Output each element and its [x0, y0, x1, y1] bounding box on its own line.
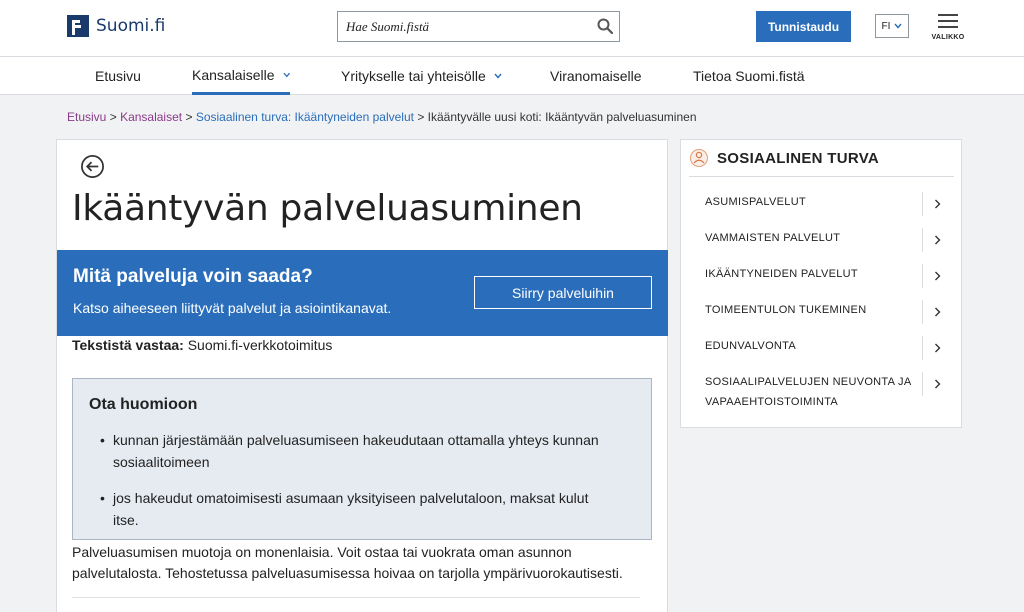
notice-title: Ota huomioon [89, 396, 198, 413]
language-value: FI [881, 20, 891, 32]
sidebar: SOSIAALINEN TURVA ASUMISPALVELUT VAMMAIS… [680, 139, 962, 428]
sidebar-item-label: IKÄÄNTYNEIDEN PALVELUT [705, 268, 858, 280]
sidebar-item-ikaantyneiden[interactable]: IKÄÄNTYNEIDEN PALVELUT [689, 264, 955, 288]
menu-button[interactable]: VALIKKO [930, 12, 966, 46]
hamburger-icon [938, 14, 958, 28]
list-item: jos hakeudut omatoimisesti asumaan yksit… [100, 487, 613, 531]
site-header: Suomi.fi Tunnistaudu FI VALIKKO [0, 0, 1024, 57]
suomi-logo-icon [67, 15, 89, 37]
sidebar-item-label: TOIMEENTULON TUKEMINEN [705, 304, 867, 316]
nav-item-etusivu[interactable]: Etusivu [95, 57, 141, 95]
sidebar-item-label: ASUMISPALVELUT [705, 196, 806, 208]
divider [72, 597, 640, 598]
go-to-services-button[interactable]: Siirry palveluihin [474, 276, 652, 309]
sidebar-item-edunvalvonta[interactable]: EDUNVALVONTA [689, 336, 955, 360]
chevron-down-icon [282, 72, 290, 77]
chevron-right-icon [935, 271, 941, 281]
sidebar-item-vammaisten[interactable]: VAMMAISTEN PALVELUT [689, 228, 955, 252]
chevron-down-icon [894, 23, 902, 29]
nav-item-kansalaiselle[interactable]: Kansalaiselle [192, 57, 290, 95]
byline-value: Suomi.fi-verkkotoimitus [187, 337, 333, 353]
page-title: Ikääntyvän palveluasuminen [72, 188, 583, 229]
menu-label: VALIKKO [931, 34, 965, 41]
sidebar-item-asumispalvelut[interactable]: ASUMISPALVELUT [689, 192, 955, 216]
article-card: Ikääntyvän palveluasuminen Mitä palveluj… [56, 139, 668, 612]
sidebar-item-label: SOSIAALIPALVELUJEN NEUVONTA JA VAPAAEHTO… [705, 376, 911, 408]
breadcrumb: Etusivu > Kansalaiset > Sosiaalinen turv… [67, 110, 697, 124]
body-paragraph: Palveluasumisen muotoja on monenlaisia. … [72, 544, 623, 581]
breadcrumb-separator: > [109, 110, 117, 124]
sidebar-header: SOSIAALINEN TURVA [689, 148, 954, 177]
nav-item-viranomaiselle[interactable]: Viranomaiselle [550, 57, 642, 95]
sidebar-item-label: EDUNVALVONTA [705, 340, 797, 352]
breadcrumb-link[interactable]: Kansalaiset [120, 110, 182, 124]
site-logo[interactable]: Suomi.fi [67, 15, 165, 37]
breadcrumb-separator: > [185, 110, 193, 124]
search-icon[interactable] [597, 18, 613, 34]
nav-item-label: Kansalaiselle [192, 66, 275, 83]
separator [922, 336, 923, 360]
chevron-right-icon [935, 199, 941, 209]
breadcrumb-current: Ikääntyvälle uusi koti: Ikääntyvän palve… [427, 110, 697, 124]
nav-item-tietoa[interactable]: Tietoa Suomi.fistä [693, 57, 805, 95]
nav-item-label: Etusivu [95, 68, 141, 84]
sidebar-item-toimeentulon[interactable]: TOIMEENTULON TUKEMINEN [689, 300, 955, 324]
chevron-right-icon [935, 343, 941, 353]
sidebar-item-label: VAMMAISTEN PALVELUT [705, 232, 841, 244]
banner-title: Mitä palveluja voin saada? [73, 266, 313, 287]
nav-item-label: Tietoa Suomi.fistä [693, 68, 805, 84]
nav-item-label: Viranomaiselle [550, 68, 642, 84]
language-select[interactable]: FI [875, 14, 909, 38]
separator [922, 372, 923, 396]
nav-item-yritykselle[interactable]: Yritykselle tai yhteisölle [341, 57, 502, 95]
chevron-right-icon [935, 307, 941, 317]
chevron-right-icon [935, 379, 941, 389]
separator [922, 300, 923, 324]
banner-text: Katso aiheeseen liittyvät palvelut ja as… [73, 300, 392, 316]
notice-box: Ota huomioon kunnan järjestämään palvelu… [72, 378, 652, 540]
logo-text: Suomi.fi [96, 16, 166, 36]
nav-item-label: Yritykselle tai yhteisölle [341, 68, 486, 84]
breadcrumb-link[interactable]: Sosiaalinen turva: Ikääntyneiden palvelu… [196, 110, 414, 124]
sidebar-title: SOSIAALINEN TURVA [717, 150, 880, 167]
sidebar-item-neuvonta[interactable]: SOSIAALIPALVELUJEN NEUVONTA JA VAPAAEHTO… [689, 372, 955, 414]
separator [922, 192, 923, 216]
main-nav: Etusivu Kansalaiselle Yritykselle tai yh… [0, 57, 1024, 95]
separator [922, 228, 923, 252]
breadcrumb-separator: > [417, 110, 425, 124]
list-item: kunnan järjestämään palveluasumiseen hak… [100, 429, 613, 473]
services-banner: Mitä palveluja voin saada? Katso aiheese… [57, 250, 668, 336]
social-security-icon [690, 149, 708, 167]
search-box [337, 11, 620, 42]
byline: Tekstistä vastaa: Suomi.fi-verkkotoimitu… [72, 337, 332, 353]
notice-list: kunnan järjestämään palveluasumiseen hak… [100, 429, 613, 545]
breadcrumb-link[interactable]: Etusivu [67, 110, 106, 124]
chevron-right-icon [935, 235, 941, 245]
separator [922, 264, 923, 288]
chevron-down-icon [494, 73, 502, 79]
byline-label: Tekstistä vastaa: [72, 337, 184, 353]
back-arrow-icon[interactable] [80, 154, 105, 179]
login-button[interactable]: Tunnistaudu [756, 11, 851, 42]
search-input[interactable] [338, 12, 578, 41]
